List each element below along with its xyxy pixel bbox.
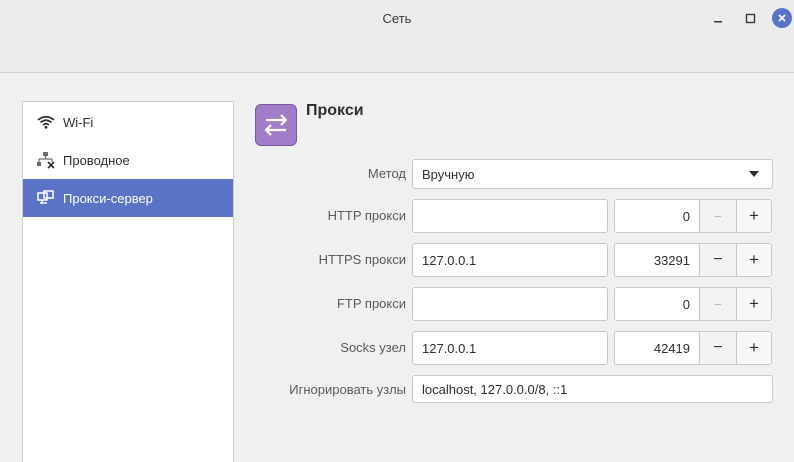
minimize-icon — [714, 21, 722, 23]
sidebar: Wi-Fi Проводное Прокси-сервер — [22, 101, 234, 462]
minus-icon: − — [713, 339, 723, 356]
minus-icon: − — [713, 251, 723, 268]
sidebar-item-label: Проводное — [63, 152, 130, 168]
ftp-port-increment-button[interactable]: + — [736, 287, 772, 321]
chevron-down-icon — [749, 171, 759, 177]
close-icon — [778, 14, 786, 22]
sidebar-item-wired[interactable]: Проводное — [23, 141, 233, 179]
http-host-input[interactable] — [412, 199, 608, 233]
method-label: Метод — [367, 166, 406, 181]
window-titlebar: Сеть — [0, 0, 794, 73]
window-title: Сеть — [382, 11, 412, 26]
ftp-port-decrement-button[interactable]: − — [700, 287, 736, 321]
proxy-icon — [35, 189, 57, 207]
http-port-input[interactable]: 0 — [614, 199, 700, 233]
wifi-icon — [35, 113, 57, 131]
minus-icon: − — [714, 208, 722, 224]
socks-port-input[interactable]: 42419 — [614, 331, 700, 365]
plus-icon: + — [749, 294, 759, 313]
sidebar-item-label: Прокси-сервер — [63, 190, 153, 206]
close-button[interactable] — [772, 8, 792, 28]
socks-host-input[interactable]: 127.0.0.1 — [412, 331, 608, 365]
ftp-label: FTP прокси — [336, 296, 406, 311]
wired-network-icon — [35, 151, 57, 169]
https-port-decrement-button[interactable]: − — [700, 243, 736, 277]
https-port-input[interactable]: 33291 — [614, 243, 700, 277]
method-select[interactable]: Вручную — [412, 159, 773, 189]
http-port-increment-button[interactable]: + — [736, 199, 772, 233]
ignore-hosts-input[interactable]: localhost, 127.0.0.0/8, ::1 — [412, 375, 773, 403]
plus-icon: + — [749, 338, 759, 357]
maximize-button[interactable] — [740, 8, 760, 28]
proxy-arrows-icon — [255, 104, 297, 146]
http-label: HTTP прокси — [327, 208, 406, 223]
plus-icon: + — [749, 250, 759, 269]
page-title: Прокси — [306, 102, 364, 119]
socks-label: Socks узел — [340, 340, 406, 355]
https-host-input[interactable]: 127.0.0.1 — [412, 243, 608, 277]
minus-icon: − — [714, 296, 722, 312]
plus-icon: + — [749, 206, 759, 225]
http-port-decrement-button[interactable]: − — [700, 199, 736, 233]
ftp-port-input[interactable]: 0 — [614, 287, 700, 321]
https-label: HTTPS прокси — [318, 252, 406, 267]
ignore-hosts-label: Игнорировать узлы — [289, 382, 406, 397]
socks-port-decrement-button[interactable]: − — [700, 331, 736, 365]
minimize-button[interactable] — [708, 8, 728, 28]
socks-port-increment-button[interactable]: + — [736, 331, 772, 365]
sidebar-item-wifi[interactable]: Wi-Fi — [23, 103, 233, 141]
ftp-host-input[interactable] — [412, 287, 608, 321]
maximize-icon — [745, 13, 755, 23]
method-value: Вручную — [422, 166, 475, 182]
https-port-increment-button[interactable]: + — [736, 243, 772, 277]
sidebar-item-proxy[interactable]: Прокси-сервер — [23, 179, 233, 217]
sidebar-item-label: Wi-Fi — [63, 114, 94, 130]
